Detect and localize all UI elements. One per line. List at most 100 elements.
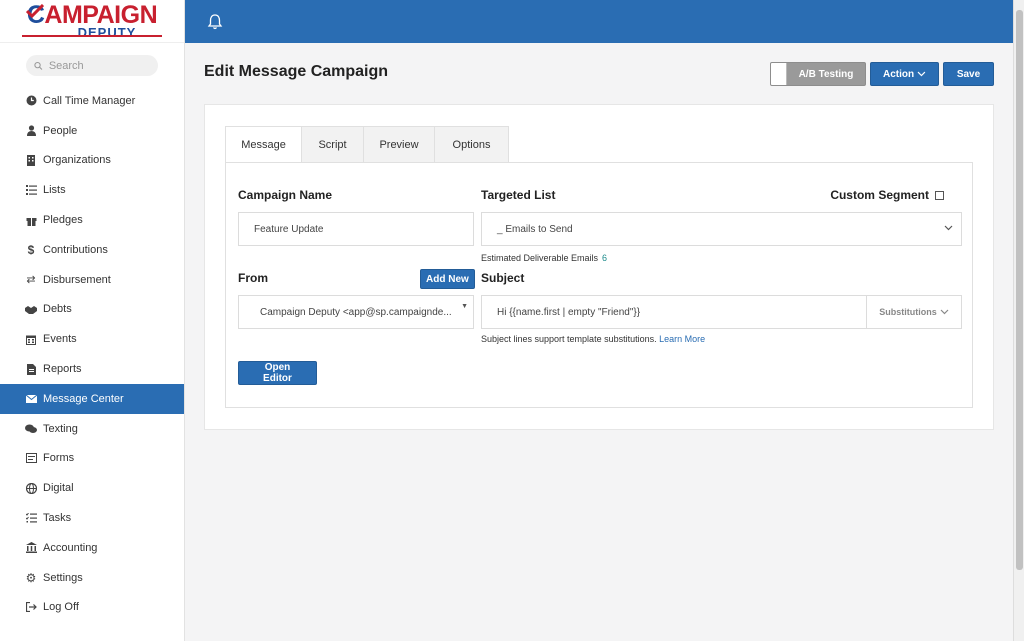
handshake-icon — [25, 303, 37, 315]
sidebar-item-log-off[interactable]: Log Off — [0, 593, 184, 623]
search-box[interactable] — [26, 55, 158, 76]
sidebar-item-label: Pledges — [43, 214, 83, 227]
subject-note: Subject lines support template substitut… — [481, 334, 706, 344]
chevron-down-icon — [940, 309, 949, 315]
estimated-deliverable: Estimated Deliverable Emails 6 — [481, 253, 608, 263]
from-label: From — [238, 271, 268, 285]
sidebar-item-label: Log Off — [43, 601, 79, 614]
add-new-button[interactable]: Add New — [420, 269, 475, 289]
ab-testing-label: A/B Testing — [798, 68, 854, 80]
substitutions-dropdown[interactable]: Substitutions — [866, 295, 962, 329]
message-tab-panel: Campaign Name Targeted List Custom Segme… — [225, 162, 973, 408]
sidebar-item-lists[interactable]: Lists — [0, 175, 184, 205]
dollar-icon: $ — [27, 242, 35, 257]
scrollbar-thumb[interactable] — [1016, 10, 1023, 570]
tab-preview[interactable]: Preview — [364, 126, 435, 163]
sidebar-item-reports[interactable]: Reports — [0, 354, 184, 384]
sidebar-item-disbursement[interactable]: ⇄ Disbursement — [0, 265, 184, 295]
custom-segment-checkbox[interactable] — [935, 191, 944, 201]
checkmark-icon — [26, 4, 44, 18]
building-icon — [25, 154, 37, 166]
globe-icon — [25, 482, 37, 494]
sidebar-item-label: Call Time Manager — [43, 94, 136, 107]
sidebar-nav: Call Time Manager People Organizations L… — [0, 86, 184, 622]
sidebar-item-texting[interactable]: Texting — [0, 414, 184, 444]
search-input[interactable] — [48, 59, 158, 72]
sidebar-item-label: Contributions — [43, 243, 108, 256]
sidebar-item-label: Tasks — [43, 512, 72, 525]
sidebar-item-label: Accounting — [43, 541, 98, 554]
person-icon — [25, 125, 37, 137]
sidebar-item-label: Settings — [43, 571, 83, 584]
sidebar-item-label: Organizations — [43, 154, 111, 167]
document-icon — [25, 363, 37, 375]
save-button[interactable]: Save — [943, 62, 994, 86]
learn-more-link[interactable]: Learn More — [659, 334, 705, 344]
sidebar-item-label: Debts — [43, 303, 72, 316]
sidebar-item-label: Texting — [43, 422, 78, 435]
estimated-count: 6 — [602, 253, 608, 263]
sidebar-item-accounting[interactable]: Accounting — [0, 533, 184, 563]
tab-options[interactable]: Options — [435, 126, 509, 163]
sidebar-item-events[interactable]: Events — [0, 324, 184, 354]
calendar-icon — [25, 333, 37, 345]
sidebar-item-debts[interactable]: Debts — [0, 295, 184, 325]
sidebar-item-label: Digital — [43, 482, 74, 495]
page-title: Edit Message Campaign — [204, 63, 389, 80]
gear-icon: ⚙ — [25, 570, 37, 585]
clock-icon — [25, 95, 37, 107]
search-icon — [34, 61, 43, 70]
sidebar-item-digital[interactable]: Digital — [0, 473, 184, 503]
list-icon — [25, 184, 37, 196]
action-dropdown-button[interactable]: Action — [870, 62, 939, 86]
sidebar-item-organizations[interactable]: Organizations — [0, 146, 184, 176]
sidebar-item-label: Message Center — [43, 392, 124, 405]
tab-message[interactable]: Message — [225, 126, 302, 163]
tasks-icon — [25, 512, 37, 524]
sidebar-item-call-time-manager[interactable]: Call Time Manager — [0, 86, 184, 116]
page-scrollbar[interactable] — [1013, 0, 1024, 641]
top-bar — [185, 0, 1013, 43]
tab-script[interactable]: Script — [302, 126, 364, 163]
caret-down-icon: ▼ — [461, 303, 468, 310]
campaign-name-label: Campaign Name — [238, 188, 333, 202]
bank-icon — [25, 542, 37, 554]
gift-icon — [25, 214, 37, 226]
chevron-down-icon — [917, 71, 926, 77]
chat-icon — [25, 423, 37, 435]
sidebar-item-contributions[interactable]: $ Contributions — [0, 235, 184, 265]
chevron-down-icon — [944, 225, 953, 231]
subject-label: Subject — [481, 271, 525, 285]
campaign-deputy-logo[interactable]: C AMPAIGN DEPUTY — [0, 0, 184, 43]
sidebar-item-people[interactable]: People — [0, 116, 184, 146]
from-select[interactable]: Campaign Deputy <app@sp.campaignde... ▼ — [238, 295, 474, 329]
campaign-card: Message Script Preview Options Campaign … — [204, 104, 994, 430]
open-editor-button[interactable]: Open Editor — [238, 361, 317, 385]
envelope-icon — [25, 393, 37, 405]
sidebar-item-tasks[interactable]: Tasks — [0, 503, 184, 533]
campaign-name-input[interactable] — [254, 223, 473, 235]
subject-input[interactable] — [497, 306, 866, 318]
toggle-knob — [771, 63, 787, 85]
sidebar-item-label: Disbursement — [43, 273, 111, 286]
sidebar-item-forms[interactable]: Forms — [0, 444, 184, 474]
sidebar-item-label: Lists — [43, 184, 66, 197]
sidebar-item-pledges[interactable]: Pledges — [0, 205, 184, 235]
custom-segment-label: Custom Segment — [830, 188, 944, 202]
main-content: Edit Message Campaign A/B Testing Action… — [185, 43, 1013, 641]
bell-icon[interactable] — [207, 13, 223, 31]
header-actions: A/B Testing Action Save — [770, 62, 994, 86]
sidebar: CAMPAIGN DEPUTY Call Time Manager People — [0, 0, 185, 641]
campaign-name-field[interactable] — [238, 212, 474, 246]
subject-field[interactable] — [481, 295, 867, 329]
form-icon — [25, 452, 37, 464]
ab-testing-toggle[interactable]: A/B Testing — [770, 62, 866, 86]
sidebar-item-label: Events — [43, 333, 77, 346]
exchange-icon: ⇄ — [26, 274, 36, 287]
sidebar-item-label: People — [43, 124, 78, 137]
targeted-list-select[interactable]: _ Emails to Send — [481, 212, 962, 246]
sidebar-item-settings[interactable]: ⚙ Settings — [0, 563, 184, 593]
sidebar-item-label: Forms — [43, 452, 75, 465]
sidebar-item-message-center[interactable]: Message Center — [0, 383, 184, 414]
tab-bar: Message Script Preview Options — [225, 126, 509, 163]
